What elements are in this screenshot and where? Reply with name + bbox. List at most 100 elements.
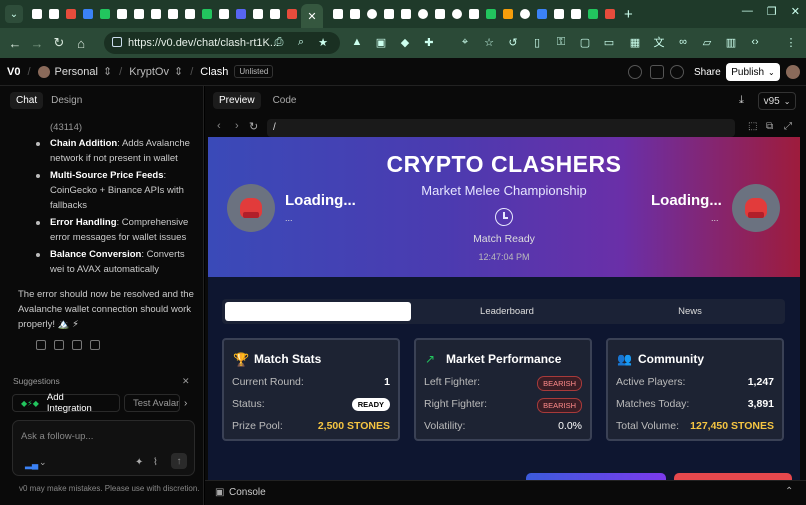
tab-favicon[interactable] <box>500 5 516 23</box>
tab-favicon[interactable] <box>80 5 96 23</box>
puzzle-icon[interactable]: ✚ <box>420 33 438 51</box>
extension-icon[interactable]: ▣ <box>372 33 390 51</box>
chevron-down-icon[interactable]: ⌄ <box>39 457 47 468</box>
test-avalanche-chip[interactable]: Test Avalan <box>124 394 180 412</box>
expand-icon[interactable]: ⌃ <box>785 486 793 497</box>
tab-favicon[interactable] <box>63 5 79 23</box>
new-tab-icon[interactable]: + <box>624 6 633 23</box>
action-button-left[interactable] <box>526 473 666 480</box>
tab-favicon[interactable] <box>284 5 300 23</box>
user-selector[interactable]: KryptOv <box>129 66 169 78</box>
forward-icon[interactable]: › <box>235 120 239 132</box>
minimize-icon[interactable]: — <box>742 5 753 18</box>
tab-favicon[interactable] <box>46 5 62 23</box>
tab-favicon[interactable] <box>165 5 181 23</box>
zoom-icon[interactable]: ⌕ <box>292 33 310 51</box>
follow-up-input[interactable]: Ask a follow-up... ▂▄ ⌄ ✦ ⌇ ↑ <box>12 420 195 476</box>
send-button[interactable]: ↑ <box>171 453 187 469</box>
back-icon[interactable]: ← <box>4 36 26 51</box>
extension-icon[interactable]: ◆ <box>396 33 414 51</box>
tab-favicon[interactable] <box>398 5 414 23</box>
tab-preview[interactable]: Preview <box>213 92 261 109</box>
history-icon[interactable]: ↺ <box>504 33 522 51</box>
apps-icon[interactable]: ▦ <box>626 33 644 51</box>
fullscreen-icon[interactable]: ⤢ <box>784 121 792 132</box>
tab-favicon[interactable] <box>466 5 482 23</box>
reload-icon[interactable]: ↻ <box>48 35 70 51</box>
tab-favicon[interactable] <box>233 5 249 23</box>
github-icon[interactable] <box>449 5 465 23</box>
key-icon[interactable]: ⚿ <box>552 33 570 51</box>
chevron-updown-icon[interactable]: ⇕ <box>103 65 112 78</box>
tab-news[interactable]: News <box>597 302 783 321</box>
tab-favicon[interactable] <box>347 5 363 23</box>
tab-favicon[interactable] <box>182 5 198 23</box>
tab-design[interactable]: Design <box>45 92 88 109</box>
trash-icon[interactable]: ▯ <box>528 33 546 51</box>
tab-favicon[interactable] <box>585 5 601 23</box>
select-element-icon[interactable]: ⬚ <box>748 121 757 132</box>
copy-icon[interactable] <box>36 340 46 350</box>
maximize-icon[interactable]: ❐ <box>767 5 777 18</box>
forward-icon[interactable]: → <box>26 36 48 51</box>
reload-icon[interactable]: ↻ <box>249 120 258 133</box>
path-input[interactable]: / <box>267 119 735 137</box>
translate-icon[interactable]: 文 <box>650 33 668 51</box>
tab-favicon[interactable] <box>250 5 266 23</box>
github-icon[interactable] <box>364 5 380 23</box>
tab-favicon[interactable] <box>267 5 283 23</box>
capture-icon[interactable]: ▢ <box>576 33 594 51</box>
tab-favicon[interactable] <box>568 5 584 23</box>
retry-icon[interactable] <box>54 340 64 350</box>
add-integration-chip[interactable]: ◆⚡◆ Add Integration <box>12 392 120 414</box>
tab-favicon[interactable] <box>29 5 45 23</box>
tab-favicon[interactable] <box>131 5 147 23</box>
project-name[interactable]: Clash <box>200 66 228 78</box>
workspace-selector[interactable]: Personal <box>55 66 98 78</box>
tab-favicon[interactable] <box>483 5 499 23</box>
fork-icon[interactable] <box>650 65 664 79</box>
tab-favicon[interactable] <box>432 5 448 23</box>
github-icon[interactable] <box>670 65 684 79</box>
tab-favicon[interactable] <box>602 5 618 23</box>
drive-icon[interactable]: ▲ <box>348 33 366 51</box>
tab-battle[interactable] <box>225 302 411 321</box>
tab-search-icon[interactable]: ⌄ <box>5 5 23 23</box>
action-button-right[interactable] <box>674 473 792 480</box>
devtools-icon[interactable]: ‹› <box>746 33 764 51</box>
link-icon[interactable]: ∞ <box>674 33 692 51</box>
menu-icon[interactable]: ⋮ <box>782 33 800 51</box>
sparkle-icon[interactable]: ✦ <box>135 457 143 468</box>
tab-favicon[interactable] <box>551 5 567 23</box>
tab-chat[interactable]: Chat <box>10 92 44 109</box>
thumbs-down-icon[interactable] <box>90 340 100 350</box>
tab-code[interactable]: Code <box>267 92 303 109</box>
tab-favicon[interactable] <box>97 5 113 23</box>
sidepanel-icon[interactable]: ▥ <box>722 33 740 51</box>
settings-icon[interactable] <box>628 65 642 79</box>
share-button[interactable]: Share <box>690 64 725 81</box>
close-icon[interactable]: ✕ <box>182 376 190 387</box>
tab-favicon[interactable] <box>381 5 397 23</box>
location-icon[interactable]: ⌖ <box>456 33 474 51</box>
open-external-icon[interactable]: ⧉ <box>766 121 773 132</box>
active-tab-close-icon[interactable]: ✕ <box>301 4 323 28</box>
tab-favicon[interactable] <box>534 5 550 23</box>
chevron-updown-icon[interactable]: ⇕ <box>174 65 183 78</box>
version-selector[interactable]: v95 ⌄ <box>758 92 796 110</box>
star-outline-icon[interactable]: ☆ <box>480 33 498 51</box>
back-icon[interactable]: ‹ <box>217 120 221 132</box>
v0-logo[interactable]: V0 <box>7 66 20 78</box>
cast-icon[interactable]: ▱ <box>698 33 716 51</box>
console-bar[interactable]: ▣ Console ⌃ <box>205 480 806 505</box>
home-icon[interactable]: ⌂ <box>70 36 92 51</box>
tab-favicon[interactable] <box>216 5 232 23</box>
tab-favicon[interactable] <box>330 5 346 23</box>
model-icon[interactable]: ▂▄ <box>25 459 38 470</box>
thumbs-up-icon[interactable] <box>72 340 82 350</box>
bookmark-star-icon[interactable]: ★ <box>314 33 332 51</box>
visibility-badge[interactable]: Unlisted <box>234 65 274 78</box>
site-info-icon[interactable] <box>112 37 122 47</box>
close-window-icon[interactable]: ✕ <box>791 5 800 18</box>
install-icon[interactable]: ⎙ <box>270 33 288 51</box>
